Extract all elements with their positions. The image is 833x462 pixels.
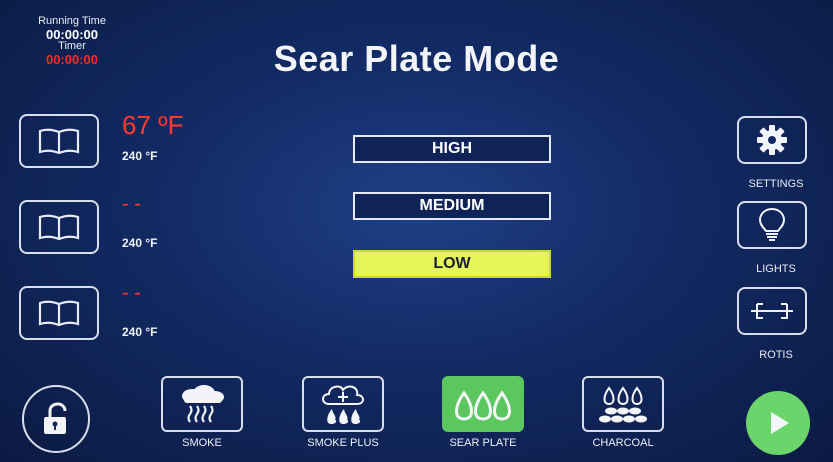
smoke-plus-button[interactable] — [302, 376, 384, 432]
probe-1-button[interactable] — [19, 114, 99, 168]
book-icon — [38, 128, 80, 155]
smoke-label: SMOKE — [182, 437, 222, 449]
smoke-plus-icon — [322, 385, 364, 424]
sear-plate-button[interactable] — [442, 376, 524, 432]
low-button[interactable]: LOW — [353, 250, 551, 278]
probe-2-button[interactable] — [19, 200, 99, 254]
medium-button[interactable]: MEDIUM — [353, 192, 551, 220]
gear-icon — [757, 125, 787, 155]
lightbulb-icon — [758, 207, 786, 241]
charcoal-button[interactable] — [582, 376, 664, 432]
book-icon — [38, 214, 80, 241]
flame-icon — [455, 390, 511, 421]
sear-plate-label: SEAR PLATE — [449, 437, 517, 449]
unlock-icon — [44, 402, 67, 434]
high-button[interactable]: HIGH — [353, 135, 551, 163]
start-button[interactable] — [746, 391, 810, 455]
lights-label: LIGHTS — [756, 263, 796, 275]
running-time-label: Running Time — [38, 15, 106, 27]
probe-1-temp: 67 ºF — [122, 110, 184, 140]
probe-2-temp: - - — [122, 193, 141, 215]
book-icon — [38, 300, 80, 327]
probe-3-setpoint: 240 °F — [122, 325, 158, 339]
rotisserie-icon — [751, 303, 793, 319]
settings-button[interactable] — [737, 116, 807, 164]
page-title: Sear Plate Mode — [273, 38, 560, 79]
probe-1-setpoint: 240 °F — [122, 149, 158, 163]
charcoal-icon — [599, 386, 647, 423]
smoke-button[interactable] — [161, 376, 243, 432]
probe-3-temp: - - — [122, 282, 141, 304]
charcoal-label: CHARCOAL — [592, 437, 654, 449]
rotis-button[interactable] — [737, 287, 807, 335]
play-icon — [771, 412, 789, 434]
smoke-icon — [182, 385, 224, 423]
settings-label: SETTINGS — [748, 178, 804, 190]
rotis-label: ROTIS — [759, 349, 793, 361]
lock-button[interactable] — [22, 385, 90, 453]
probe-2-setpoint: 240 °F — [122, 236, 158, 250]
probe-3-button[interactable] — [19, 286, 99, 340]
smoke-plus-label: SMOKE PLUS — [307, 437, 379, 449]
lights-button[interactable] — [737, 201, 807, 249]
